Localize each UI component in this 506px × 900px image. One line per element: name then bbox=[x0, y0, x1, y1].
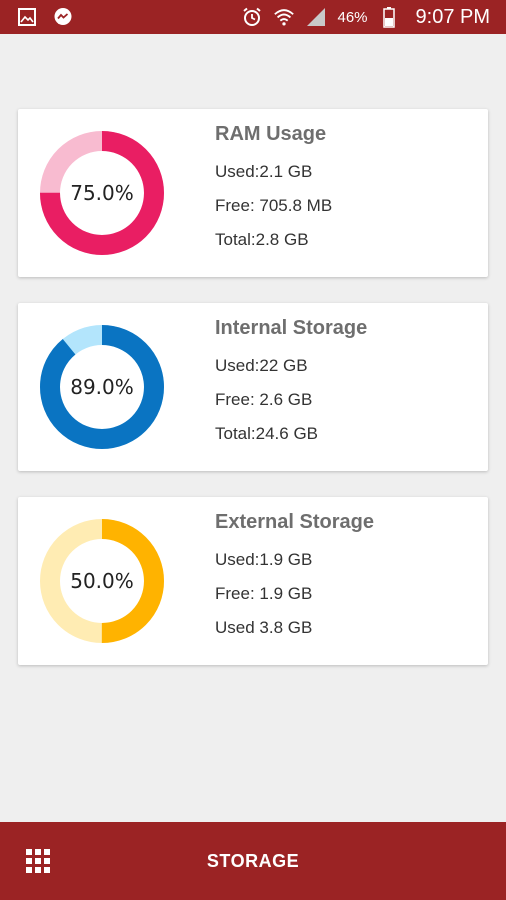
donut-percent-label: 50.0% bbox=[70, 569, 134, 593]
donut-percent-label: 75.0% bbox=[70, 181, 134, 205]
signal-icon bbox=[305, 6, 327, 28]
internal-storage-donut: 89.0% bbox=[40, 325, 164, 449]
external-storage-card[interactable]: 50.0% External Storage Used:1.9 GB Free:… bbox=[18, 497, 488, 665]
card-title: Internal Storage bbox=[215, 317, 368, 339]
used-value: Used:1.9 GB bbox=[215, 550, 313, 569]
wifi-icon bbox=[273, 6, 295, 28]
clock: 9:07 PM bbox=[415, 5, 490, 28]
alarm-icon bbox=[241, 6, 263, 28]
total-value: Total:2.8 GB bbox=[215, 230, 309, 249]
battery-percent: 46% bbox=[337, 8, 368, 26]
card-title: External Storage bbox=[215, 511, 374, 533]
storage-tab-label[interactable]: STORAGE bbox=[207, 851, 299, 872]
grid-icon[interactable] bbox=[26, 849, 50, 873]
status-bar: 46% 9:07 PM bbox=[0, 0, 506, 34]
bottom-nav-bar: STORAGE bbox=[0, 822, 506, 900]
free-value: Free: 2.6 GB bbox=[215, 390, 313, 409]
internal-storage-card[interactable]: 89.0% Internal Storage Used:22 GB Free: … bbox=[18, 303, 488, 471]
ram-usage-card[interactable]: 75.0% RAM Usage Used:2.1 GB Free: 705.8 … bbox=[18, 109, 488, 277]
external-storage-donut: 50.0% bbox=[40, 519, 164, 643]
gallery-icon bbox=[16, 6, 38, 28]
total-value: Used 3.8 GB bbox=[215, 618, 313, 637]
ram-usage-donut: 75.0% bbox=[40, 131, 164, 255]
donut-percent-label: 89.0% bbox=[70, 375, 134, 399]
total-value: Total:24.6 GB bbox=[215, 424, 319, 443]
free-value: Free: 705.8 MB bbox=[215, 196, 333, 215]
card-title: RAM Usage bbox=[215, 123, 327, 145]
used-value: Used:2.1 GB bbox=[215, 162, 313, 181]
free-value: Free: 1.9 GB bbox=[215, 584, 313, 603]
battery-icon bbox=[378, 6, 400, 28]
used-value: Used:22 GB bbox=[215, 356, 308, 375]
messenger-icon bbox=[52, 6, 74, 28]
